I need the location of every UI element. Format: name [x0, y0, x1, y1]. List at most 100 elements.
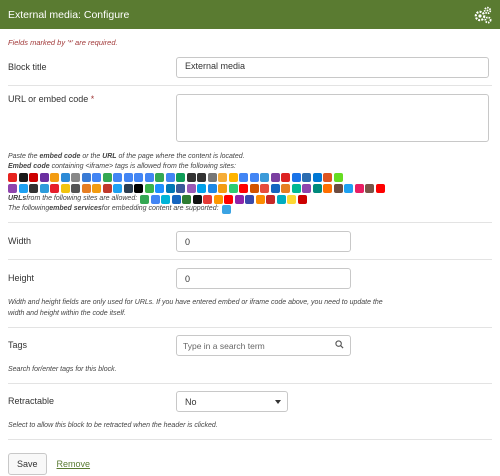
site-logo-icon — [197, 184, 206, 193]
site-logo-icon — [8, 184, 17, 193]
url-embed-textarea[interactable] — [176, 94, 489, 142]
site-logo-icon — [260, 173, 269, 182]
block-header-title: External media: Configure — [8, 8, 130, 21]
site-logo-icon — [134, 184, 143, 193]
embed-code-help: Embed code containing <iframe> tags is a… — [8, 163, 236, 170]
site-logo-icon — [102, 173, 112, 182]
url-embed-row: URL or embed code * — [0, 86, 500, 142]
width-label: Width — [8, 236, 32, 246]
site-logo-icon — [218, 173, 227, 182]
site-logo-icon — [81, 184, 91, 193]
site-logo-icon — [39, 173, 49, 182]
retractable-value: No — [185, 396, 197, 407]
width-input[interactable]: 0 — [176, 231, 351, 252]
site-logo-icon — [197, 173, 206, 182]
save-button[interactable]: Save — [8, 453, 47, 475]
embed-sites-icons-row-1 — [0, 172, 500, 183]
site-logo-icon — [171, 194, 181, 204]
urls-help: URLs from the following sites are allowe… — [0, 194, 500, 204]
site-logo-icon — [221, 204, 231, 214]
site-logo-icon — [176, 184, 185, 193]
url-embed-label-text: URL or embed code — [8, 94, 89, 104]
site-logo-icon — [302, 184, 311, 193]
site-logo-icon — [218, 184, 227, 193]
site-logo-icon — [50, 173, 59, 182]
site-logo-icon — [150, 194, 160, 204]
required-mark: * — [90, 94, 95, 104]
site-logo-icon — [255, 194, 265, 204]
site-logo-icon — [71, 184, 80, 193]
site-logo-icon — [323, 173, 332, 182]
site-logo-icon — [71, 173, 80, 182]
site-logo-icon — [50, 184, 59, 193]
site-logo-icon — [123, 184, 133, 193]
site-logo-icon — [260, 184, 269, 193]
services-help: The following embed services for embeddi… — [0, 204, 500, 214]
site-logo-icon — [207, 184, 217, 193]
site-logo-icon — [312, 173, 322, 182]
site-logo-icon — [140, 194, 150, 204]
height-input[interactable]: 0 — [176, 268, 351, 289]
site-logo-icon — [249, 184, 259, 193]
site-logo-icon — [102, 184, 112, 193]
search-icon — [335, 340, 344, 351]
retractable-help: Select to allow this block to be retract… — [8, 422, 218, 429]
site-logo-icon — [144, 184, 154, 193]
retractable-label: Retractable — [8, 396, 55, 406]
site-logo-icon — [224, 194, 234, 204]
size-help: Width and height fields are only used fo… — [8, 299, 383, 317]
site-logo-icon — [239, 184, 248, 193]
block-title-label: Block title — [8, 62, 47, 72]
site-logo-icon — [134, 173, 143, 182]
site-logo-icon — [239, 173, 248, 182]
site-logo-icon — [213, 194, 223, 204]
site-logo-icon — [60, 173, 70, 182]
site-logo-icon — [113, 184, 122, 193]
gears-icon[interactable] — [472, 4, 494, 26]
site-logo-icon — [155, 173, 164, 182]
tags-help: Search for/enter tags for this block. — [8, 366, 117, 373]
site-logo-icon — [297, 194, 307, 204]
site-logo-icon — [249, 173, 259, 182]
paste-help: Paste the embed code or the URL of the p… — [8, 153, 245, 160]
block-title-input[interactable]: External media — [176, 57, 489, 78]
embed-sites-icons-row-2 — [0, 183, 500, 194]
block-title-row: Block title External media — [0, 53, 500, 78]
site-logo-icon — [270, 184, 280, 193]
remove-link[interactable]: Remove — [57, 459, 91, 469]
site-logo-icon — [92, 173, 101, 182]
site-logo-icon — [354, 184, 364, 193]
site-logo-icon — [281, 184, 290, 193]
site-logo-icon — [165, 184, 175, 193]
site-logo-icon — [291, 184, 301, 193]
site-logo-icon — [203, 194, 213, 204]
site-logo-icon — [228, 184, 238, 193]
site-logo-icon — [333, 184, 343, 193]
site-logo-icon — [29, 173, 38, 182]
site-logo-icon — [234, 194, 244, 204]
site-logo-icon — [144, 173, 154, 182]
block-header: External media: Configure — [0, 0, 500, 29]
url-sites-icons — [140, 194, 307, 204]
site-logo-icon — [60, 184, 70, 193]
chevron-down-icon — [275, 399, 281, 404]
retractable-row: Retractable No — [0, 384, 500, 412]
site-logo-icon — [186, 173, 196, 182]
url-embed-label: URL or embed code * — [8, 94, 176, 104]
tags-placeholder: Type in a search term — [183, 340, 265, 351]
site-logo-icon — [270, 173, 280, 182]
site-logo-icon — [39, 184, 49, 193]
site-logo-icon — [123, 173, 133, 182]
site-logo-icon — [113, 173, 122, 182]
retractable-select[interactable]: No — [176, 391, 288, 412]
tags-row: Tags Type in a search term — [0, 328, 500, 356]
required-note: Fields marked by '*' are required. — [8, 38, 118, 47]
site-logo-icon — [18, 184, 28, 193]
site-logo-icon — [365, 184, 374, 193]
site-logo-icon — [8, 173, 17, 182]
site-logo-icon — [276, 194, 286, 204]
actions-row: Save Remove — [0, 440, 500, 475]
tags-search-input[interactable]: Type in a search term — [176, 335, 351, 356]
tags-label: Tags — [8, 340, 28, 350]
site-logo-icon — [176, 173, 185, 182]
